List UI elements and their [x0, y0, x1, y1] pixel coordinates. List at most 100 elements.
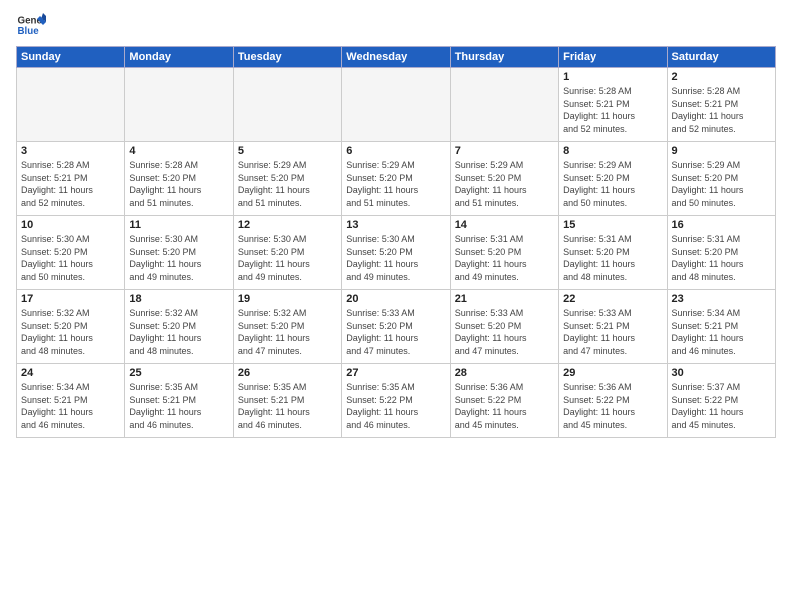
svg-text:Blue: Blue — [18, 26, 40, 37]
day-number: 13 — [346, 219, 445, 231]
header: General Blue — [16, 10, 776, 40]
day-info: Sunrise: 5:28 AM Sunset: 5:20 PM Dayligh… — [129, 159, 228, 209]
day-info: Sunrise: 5:34 AM Sunset: 5:21 PM Dayligh… — [21, 381, 120, 431]
calendar-cell: 12 Sunrise: 5:30 AM Sunset: 5:20 PM Dayli… — [233, 216, 341, 290]
weekday-header-sunday: Sunday — [17, 47, 125, 68]
calendar-cell — [450, 68, 558, 142]
day-number: 8 — [563, 145, 662, 157]
day-number: 11 — [129, 219, 228, 231]
calendar-cell: 9 Sunrise: 5:29 AM Sunset: 5:20 PM Daylig… — [667, 142, 775, 216]
day-info: Sunrise: 5:32 AM Sunset: 5:20 PM Dayligh… — [129, 307, 228, 357]
calendar-cell: 23 Sunrise: 5:34 AM Sunset: 5:21 PM Dayli… — [667, 290, 775, 364]
day-number: 3 — [21, 145, 120, 157]
day-info: Sunrise: 5:29 AM Sunset: 5:20 PM Dayligh… — [238, 159, 337, 209]
day-number: 5 — [238, 145, 337, 157]
weekday-header-tuesday: Tuesday — [233, 47, 341, 68]
day-info: Sunrise: 5:29 AM Sunset: 5:20 PM Dayligh… — [672, 159, 771, 209]
calendar-cell: 14 Sunrise: 5:31 AM Sunset: 5:20 PM Dayli… — [450, 216, 558, 290]
calendar-cell: 15 Sunrise: 5:31 AM Sunset: 5:20 PM Dayli… — [559, 216, 667, 290]
day-number: 1 — [563, 71, 662, 83]
day-info: Sunrise: 5:35 AM Sunset: 5:21 PM Dayligh… — [129, 381, 228, 431]
day-number: 6 — [346, 145, 445, 157]
day-number: 18 — [129, 293, 228, 305]
day-number: 17 — [21, 293, 120, 305]
week-row-2: 3 Sunrise: 5:28 AM Sunset: 5:21 PM Daylig… — [17, 142, 776, 216]
day-info: Sunrise: 5:30 AM Sunset: 5:20 PM Dayligh… — [238, 233, 337, 283]
logo-icon: General Blue — [16, 10, 46, 40]
day-info: Sunrise: 5:36 AM Sunset: 5:22 PM Dayligh… — [563, 381, 662, 431]
calendar-cell: 19 Sunrise: 5:32 AM Sunset: 5:20 PM Dayli… — [233, 290, 341, 364]
calendar-cell: 8 Sunrise: 5:29 AM Sunset: 5:20 PM Daylig… — [559, 142, 667, 216]
day-info: Sunrise: 5:34 AM Sunset: 5:21 PM Dayligh… — [672, 307, 771, 357]
weekday-header-saturday: Saturday — [667, 47, 775, 68]
day-number: 29 — [563, 367, 662, 379]
calendar-cell: 29 Sunrise: 5:36 AM Sunset: 5:22 PM Dayli… — [559, 364, 667, 438]
day-info: Sunrise: 5:30 AM Sunset: 5:20 PM Dayligh… — [346, 233, 445, 283]
day-info: Sunrise: 5:30 AM Sunset: 5:20 PM Dayligh… — [21, 233, 120, 283]
calendar-cell: 28 Sunrise: 5:36 AM Sunset: 5:22 PM Dayli… — [450, 364, 558, 438]
day-info: Sunrise: 5:35 AM Sunset: 5:21 PM Dayligh… — [238, 381, 337, 431]
day-info: Sunrise: 5:33 AM Sunset: 5:20 PM Dayligh… — [346, 307, 445, 357]
weekday-header-monday: Monday — [125, 47, 233, 68]
day-number: 28 — [455, 367, 554, 379]
day-number: 25 — [129, 367, 228, 379]
day-info: Sunrise: 5:31 AM Sunset: 5:20 PM Dayligh… — [563, 233, 662, 283]
day-number: 20 — [346, 293, 445, 305]
calendar-cell: 6Sunrise: 5:29 AM Sunset: 5:20 PM Daylig… — [342, 142, 450, 216]
day-info: Sunrise: 5:29 AM Sunset: 5:20 PM Dayligh… — [455, 159, 554, 209]
calendar-cell: 2 Sunrise: 5:28 AM Sunset: 5:21 PM Daylig… — [667, 68, 775, 142]
calendar-cell: 7 Sunrise: 5:29 AM Sunset: 5:20 PM Daylig… — [450, 142, 558, 216]
week-row-3: 10 Sunrise: 5:30 AM Sunset: 5:20 PM Dayli… — [17, 216, 776, 290]
week-row-1: 1 Sunrise: 5:28 AM Sunset: 5:21 PM Daylig… — [17, 68, 776, 142]
day-number: 26 — [238, 367, 337, 379]
day-number: 14 — [455, 219, 554, 231]
calendar-table: SundayMondayTuesdayWednesdayThursdayFrid… — [16, 46, 776, 438]
calendar-cell: 18 Sunrise: 5:32 AM Sunset: 5:20 PM Dayli… — [125, 290, 233, 364]
calendar-cell — [233, 68, 341, 142]
day-number: 15 — [563, 219, 662, 231]
calendar-cell: 25 Sunrise: 5:35 AM Sunset: 5:21 PM Dayli… — [125, 364, 233, 438]
calendar-cell: 21Sunrise: 5:33 AM Sunset: 5:20 PM Dayli… — [450, 290, 558, 364]
calendar-cell: 16Sunrise: 5:31 AM Sunset: 5:20 PM Dayli… — [667, 216, 775, 290]
calendar-cell: 26 Sunrise: 5:35 AM Sunset: 5:21 PM Dayli… — [233, 364, 341, 438]
day-info: Sunrise: 5:31 AM Sunset: 5:20 PM Dayligh… — [672, 233, 771, 283]
calendar-cell — [17, 68, 125, 142]
day-info: Sunrise: 5:29 AM Sunset: 5:20 PM Dayligh… — [563, 159, 662, 209]
day-info: Sunrise: 5:33 AM Sunset: 5:21 PM Dayligh… — [563, 307, 662, 357]
day-info: Sunrise: 5:28 AM Sunset: 5:21 PM Dayligh… — [21, 159, 120, 209]
day-number: 19 — [238, 293, 337, 305]
logo: General Blue — [16, 10, 46, 40]
day-number: 30 — [672, 367, 771, 379]
calendar-cell: 11Sunrise: 5:30 AM Sunset: 5:20 PM Dayli… — [125, 216, 233, 290]
day-number: 23 — [672, 293, 771, 305]
day-number: 22 — [563, 293, 662, 305]
weekday-header-friday: Friday — [559, 47, 667, 68]
day-info: Sunrise: 5:36 AM Sunset: 5:22 PM Dayligh… — [455, 381, 554, 431]
calendar-cell: 30 Sunrise: 5:37 AM Sunset: 5:22 PM Dayli… — [667, 364, 775, 438]
day-number: 24 — [21, 367, 120, 379]
day-number: 12 — [238, 219, 337, 231]
day-info: Sunrise: 5:32 AM Sunset: 5:20 PM Dayligh… — [21, 307, 120, 357]
calendar-cell: 17 Sunrise: 5:32 AM Sunset: 5:20 PM Dayli… — [17, 290, 125, 364]
weekday-header-row: SundayMondayTuesdayWednesdayThursdayFrid… — [17, 47, 776, 68]
day-info: Sunrise: 5:28 AM Sunset: 5:21 PM Dayligh… — [563, 85, 662, 135]
calendar-cell: 10 Sunrise: 5:30 AM Sunset: 5:20 PM Dayli… — [17, 216, 125, 290]
calendar-cell — [342, 68, 450, 142]
day-number: 21 — [455, 293, 554, 305]
day-number: 7 — [455, 145, 554, 157]
day-info: Sunrise: 5:37 AM Sunset: 5:22 PM Dayligh… — [672, 381, 771, 431]
day-number: 10 — [21, 219, 120, 231]
day-info: Sunrise: 5:35 AM Sunset: 5:22 PM Dayligh… — [346, 381, 445, 431]
calendar-cell: 1 Sunrise: 5:28 AM Sunset: 5:21 PM Daylig… — [559, 68, 667, 142]
calendar-cell: 22 Sunrise: 5:33 AM Sunset: 5:21 PM Dayli… — [559, 290, 667, 364]
calendar-cell: 24 Sunrise: 5:34 AM Sunset: 5:21 PM Dayli… — [17, 364, 125, 438]
calendar-cell: 3 Sunrise: 5:28 AM Sunset: 5:21 PM Daylig… — [17, 142, 125, 216]
calendar-cell: 4Sunrise: 5:28 AM Sunset: 5:20 PM Daylig… — [125, 142, 233, 216]
calendar-cell: 27Sunrise: 5:35 AM Sunset: 5:22 PM Dayli… — [342, 364, 450, 438]
day-number: 9 — [672, 145, 771, 157]
day-info: Sunrise: 5:32 AM Sunset: 5:20 PM Dayligh… — [238, 307, 337, 357]
calendar-cell: 5 Sunrise: 5:29 AM Sunset: 5:20 PM Daylig… — [233, 142, 341, 216]
day-number: 2 — [672, 71, 771, 83]
day-info: Sunrise: 5:28 AM Sunset: 5:21 PM Dayligh… — [672, 85, 771, 135]
day-info: Sunrise: 5:31 AM Sunset: 5:20 PM Dayligh… — [455, 233, 554, 283]
